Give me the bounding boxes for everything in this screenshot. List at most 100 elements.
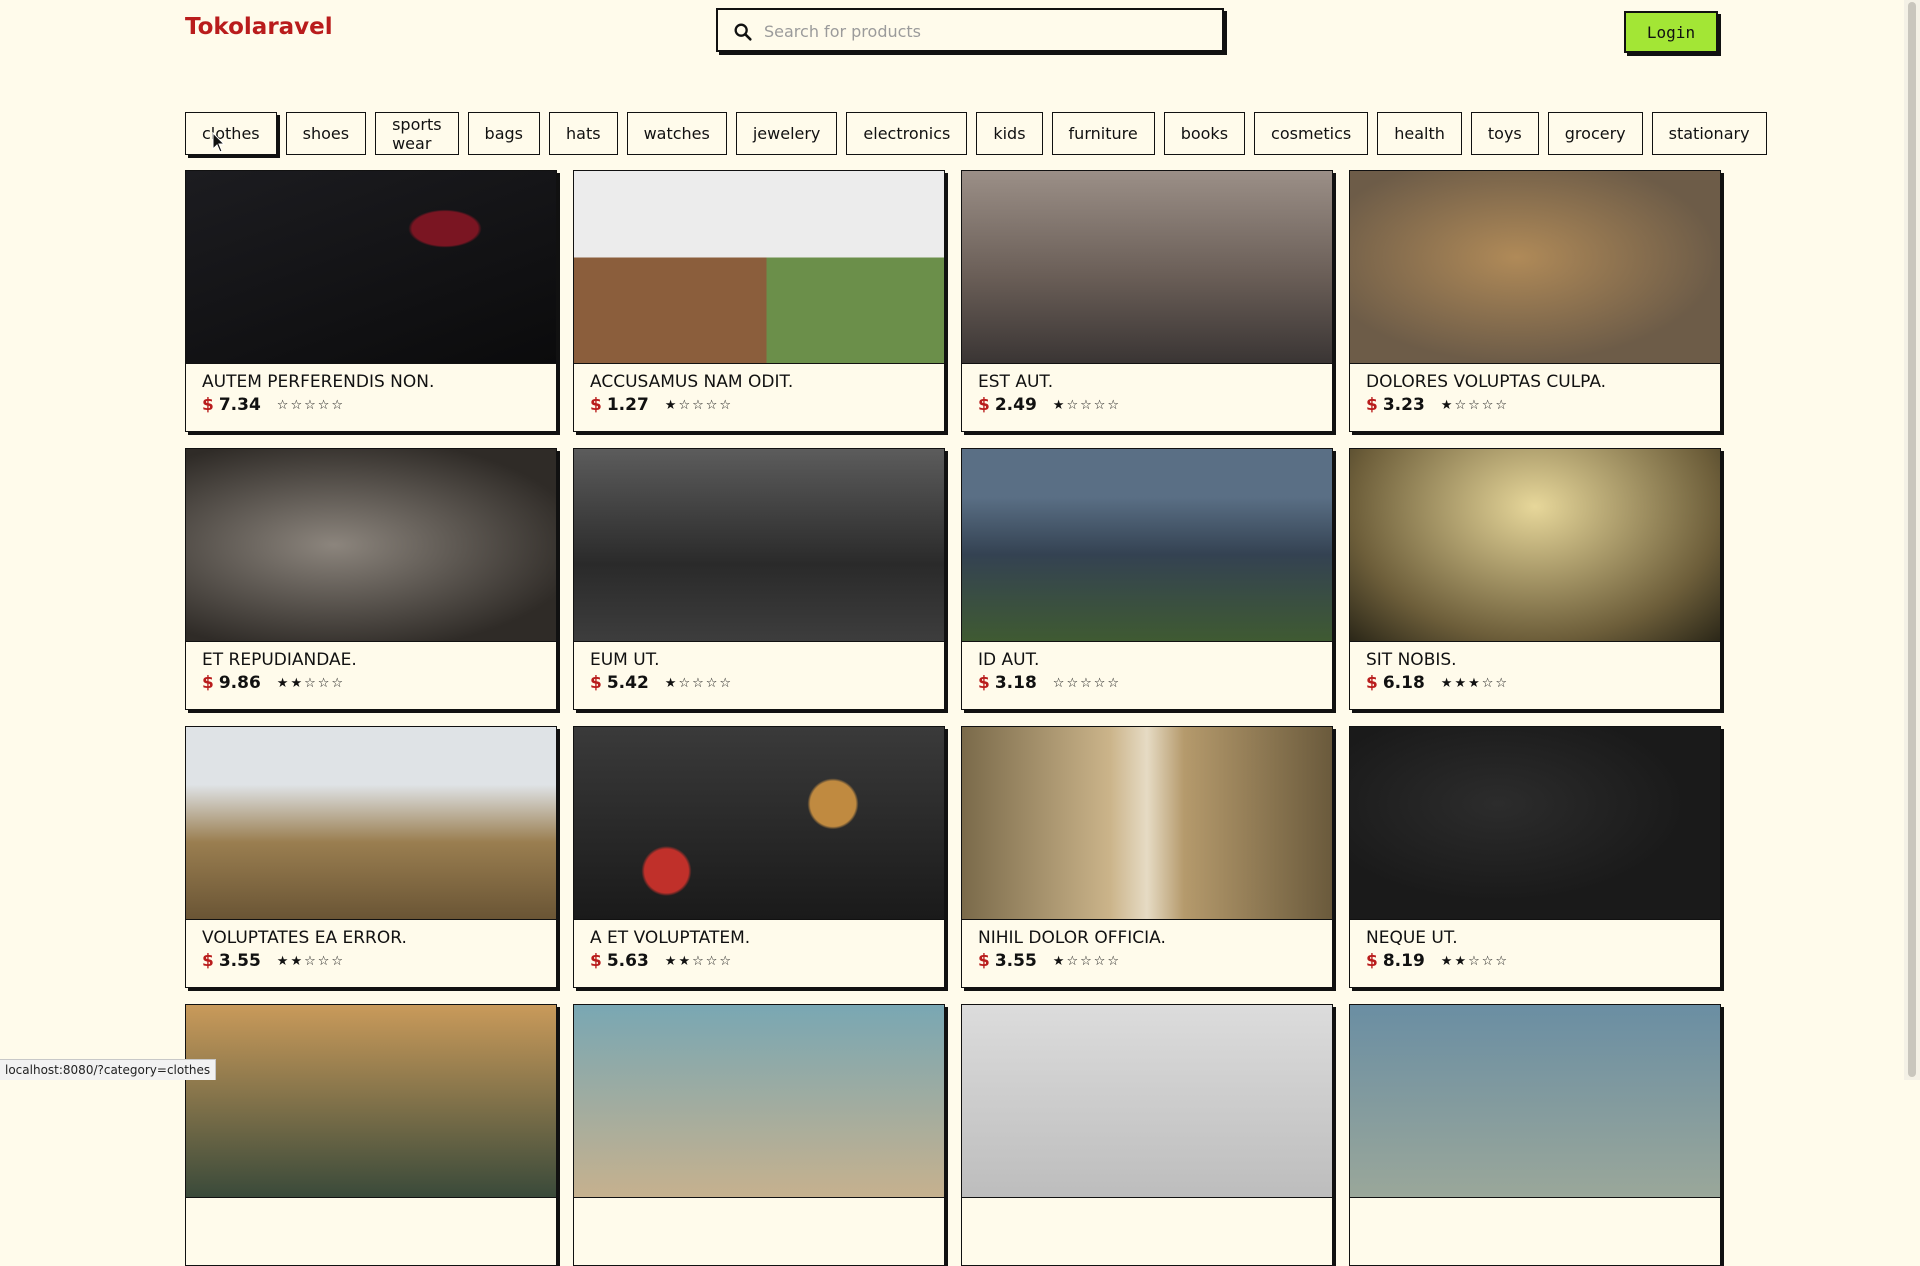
product-image[interactable] [962,1005,1332,1198]
category-jewelery[interactable]: jewelery [735,112,838,155]
currency-symbol: $ [978,951,990,971]
product-card[interactable] [185,1004,557,1266]
star-filled-icon: ★ [1440,675,1453,691]
price-rating-row: $3.23 ★ ☆ ☆ ☆ ☆ [1366,395,1507,415]
category-electronics[interactable]: electronics [846,112,968,155]
product-image[interactable] [1350,727,1720,920]
product-image[interactable] [574,727,944,920]
category-kids[interactable]: kids [976,112,1043,155]
product-image[interactable] [186,1005,556,1198]
product-card[interactable]: DOLORES VOLUPTAS CULPA. $3.23 ★ ☆ ☆ ☆ ☆ [1349,170,1721,432]
category-watches[interactable]: watches [626,112,727,155]
product-card[interactable]: ET REPUDIANDAE. $9.86 ★ ★ ☆ ☆ ☆ [185,448,557,710]
product-image[interactable] [962,727,1332,920]
rating-stars: ★ ★ ☆ ☆ ☆ [665,954,731,969]
product-card[interactable]: NIHIL DOLOR OFFICIA. $3.55 ★ ☆ ☆ ☆ ☆ [961,726,1333,988]
category-grocery[interactable]: grocery [1547,112,1643,155]
product-title[interactable]: NIHIL DOLOR OFFICIA. [978,928,1166,948]
brand-logo[interactable]: Tokolaravel [185,14,333,40]
product-title[interactable]: AUTEM PERFERENDIS NON. [202,372,434,392]
product-card[interactable]: VOLUPTATES EA ERROR. $3.55 ★ ★ ☆ ☆ ☆ [185,726,557,988]
product-title[interactable]: A ET VOLUPTATEM. [590,928,750,948]
product-card[interactable]: EST AUT. $2.49 ★ ☆ ☆ ☆ ☆ [961,170,1333,432]
rating-stars: ★ ☆ ☆ ☆ ☆ [1053,398,1119,413]
product-card[interactable]: ACCUSAMUS NAM ODIT. $1.27 ★ ☆ ☆ ☆ ☆ [573,170,945,432]
star-filled-icon: ★ [290,675,303,691]
product-image[interactable] [574,449,944,642]
product-title[interactable]: DOLORES VOLUPTAS CULPA. [1366,372,1606,392]
star-empty-icon: ☆ [1495,675,1508,691]
product-title[interactable]: SIT NOBIS. [1366,650,1457,670]
product-image[interactable] [186,171,556,364]
price-rating-row: $5.63 ★ ★ ☆ ☆ ☆ [590,951,731,971]
product-card[interactable]: NEQUE UT. $8.19 ★ ★ ☆ ☆ ☆ [1349,726,1721,988]
star-empty-icon: ☆ [1468,397,1480,413]
category-stationary[interactable]: stationary [1651,112,1767,155]
star-empty-icon: ☆ [1107,675,1120,691]
product-image[interactable] [1350,171,1720,364]
product-image[interactable] [1350,1005,1720,1198]
star-empty-icon: ☆ [1093,397,1106,413]
product-image[interactable] [186,449,556,642]
product-card[interactable] [1349,1004,1721,1266]
product-title[interactable]: EST AUT. [978,372,1053,392]
product-image[interactable] [1350,449,1720,642]
product-title[interactable]: EUM UT. [590,650,659,670]
product-image[interactable] [186,727,556,920]
star-empty-icon: ☆ [705,397,718,413]
product-image[interactable] [574,171,944,364]
currency-symbol: $ [202,951,214,971]
product-image[interactable] [574,1005,944,1198]
page-scrollbar[interactable] [1904,0,1920,1080]
star-empty-icon: ☆ [678,397,691,413]
product-price: $9.86 [202,673,261,693]
product-title[interactable]: ID AUT. [978,650,1039,670]
star-empty-icon: ☆ [1481,953,1494,969]
login-button[interactable]: Login [1624,11,1718,53]
product-image[interactable] [962,171,1332,364]
category-cosmetics[interactable]: cosmetics [1254,112,1369,155]
price-rating-row: $7.34 ☆ ☆ ☆ ☆ ☆ [202,395,343,415]
product-card[interactable] [573,1004,945,1266]
star-empty-icon: ☆ [331,675,344,691]
product-card[interactable]: SIT NOBIS. $6.18 ★ ★ ★ ☆ ☆ [1349,448,1721,710]
category-furniture[interactable]: furniture [1051,112,1155,155]
currency-symbol: $ [202,673,214,693]
star-filled-icon: ★ [1454,675,1467,691]
search-box[interactable] [716,8,1224,52]
star-empty-icon: ☆ [1080,675,1092,691]
star-empty-icon: ☆ [290,397,303,413]
category-hats[interactable]: hats [549,112,618,155]
currency-symbol: $ [1366,395,1378,415]
category-bags[interactable]: bags [467,112,540,155]
star-empty-icon: ☆ [705,675,718,691]
star-empty-icon: ☆ [1107,397,1120,413]
product-card[interactable]: A ET VOLUPTATEM. $5.63 ★ ★ ☆ ☆ ☆ [573,726,945,988]
product-title[interactable]: VOLUPTATES EA ERROR. [202,928,407,948]
product-title[interactable]: ACCUSAMUS NAM ODIT. [590,372,793,392]
category-health[interactable]: health [1377,112,1462,155]
product-card[interactable]: ID AUT. $3.18 ☆ ☆ ☆ ☆ ☆ [961,448,1333,710]
price-value: 5.63 [606,951,649,971]
category-clothes[interactable]: clothes [185,112,277,155]
scrollbar-thumb[interactable] [1908,2,1916,1077]
search-input[interactable] [762,16,1216,46]
rating-stars: ★ ★ ☆ ☆ ☆ [277,954,343,969]
price-rating-row: $3.55 ★ ★ ☆ ☆ ☆ [202,951,343,971]
star-empty-icon: ☆ [1481,397,1494,413]
category-toys[interactable]: toys [1470,112,1539,155]
rating-stars: ★ ★ ★ ☆ ☆ [1441,676,1507,691]
category-sports-wear[interactable]: sports wear [375,112,459,155]
product-title[interactable]: NEQUE UT. [1366,928,1458,948]
star-empty-icon: ☆ [678,675,691,691]
product-title[interactable]: ET REPUDIANDAE. [202,650,357,670]
category-shoes[interactable]: shoes [285,112,367,155]
product-image[interactable] [962,449,1332,642]
product-price: $5.63 [590,951,649,971]
star-empty-icon: ☆ [719,675,732,691]
product-card[interactable] [961,1004,1333,1266]
product-price: $7.34 [202,395,261,415]
product-card[interactable]: AUTEM PERFERENDIS NON. $7.34 ☆ ☆ ☆ ☆ ☆ [185,170,557,432]
category-books[interactable]: books [1163,112,1246,155]
product-card[interactable]: EUM UT. $5.42 ★ ☆ ☆ ☆ ☆ [573,448,945,710]
